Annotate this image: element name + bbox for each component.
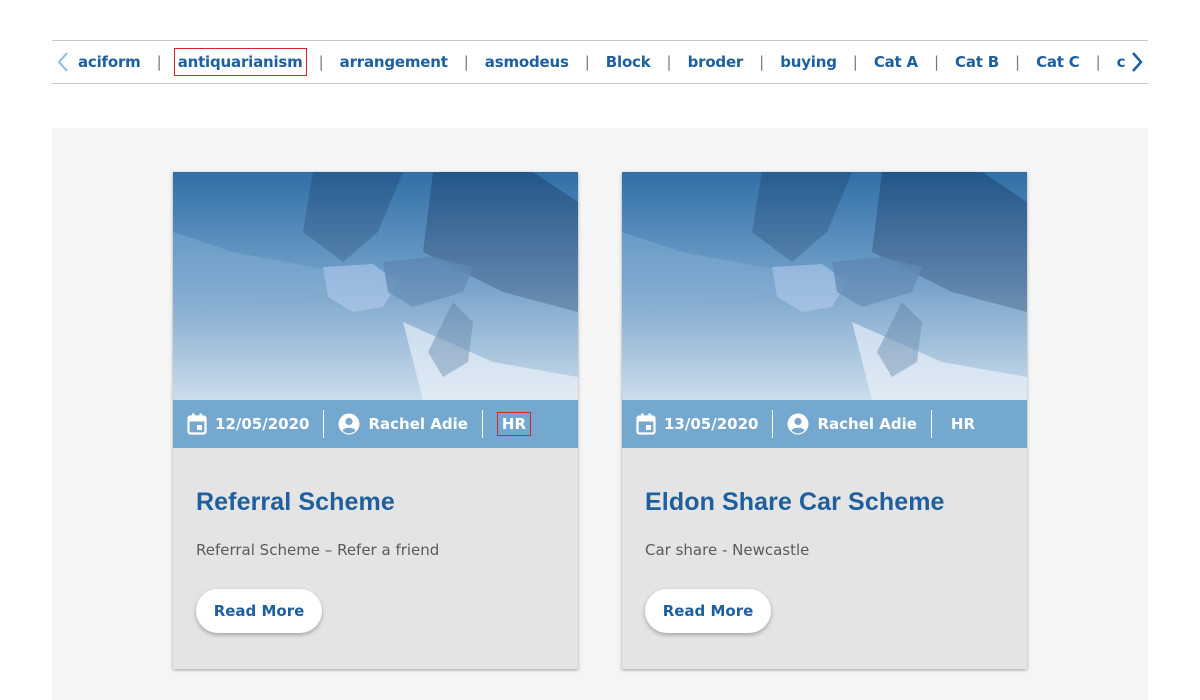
category-separator: | — [933, 53, 940, 71]
category-separator: | — [759, 53, 765, 71]
post-image-handshake[interactable] — [622, 172, 1027, 400]
post-date: 12/05/2020 — [187, 413, 309, 435]
category-separator: | — [318, 53, 324, 71]
post-tag-hr[interactable]: HR — [946, 412, 980, 436]
chevron-right-icon — [1132, 52, 1143, 72]
post-meta-bar: 12/05/2020 Rachel Adie HR — [173, 400, 578, 448]
category-cat-a[interactable]: Cat A — [870, 49, 922, 75]
post-description: Referral Scheme – Refer a friend — [196, 541, 440, 559]
category-asmodeus[interactable]: asmodeus — [481, 49, 573, 75]
category-separator: | — [1095, 53, 1101, 71]
prev-categories-button[interactable] — [52, 41, 74, 83]
user-circle-icon — [338, 413, 360, 435]
post-date-text: 12/05/2020 — [215, 415, 310, 433]
post-tag-hr[interactable]: HR — [496, 412, 532, 436]
category-championship[interactable]: championship — [1113, 49, 1126, 75]
read-more-button[interactable]: Read More — [645, 589, 771, 633]
post-author-text: Rachel Adie — [368, 415, 468, 433]
category-list: aciform | antiquarianism | arrangement |… — [74, 48, 1126, 76]
category-bar: aciform | antiquarianism | arrangement |… — [52, 40, 1148, 84]
post-image-handshake[interactable] — [173, 172, 578, 400]
category-cat-c[interactable]: Cat C — [1032, 49, 1084, 75]
category-cat-b[interactable]: Cat B — [951, 49, 1003, 75]
post-meta-bar: 13/05/2020 Rachel Adie HR — [622, 400, 1027, 448]
category-separator: | — [666, 53, 672, 71]
category-antiquarianism[interactable]: antiquarianism — [173, 48, 307, 76]
meta-divider — [323, 410, 325, 438]
meta-divider — [930, 410, 932, 438]
category-separator: | — [852, 53, 858, 71]
read-more-button[interactable]: Read More — [196, 589, 322, 633]
post-author: Rachel Adie — [787, 413, 917, 435]
next-categories-button[interactable] — [1126, 41, 1148, 83]
post-card: 13/05/2020 Rachel Adie HR Eldon Share Ca… — [622, 172, 1027, 669]
chevron-left-icon — [57, 52, 68, 72]
category-arrangement[interactable]: arrangement — [336, 49, 452, 75]
category-buying[interactable]: buying — [776, 49, 841, 75]
post-author-text: Rachel Adie — [817, 415, 917, 433]
posts-panel: 12/05/2020 Rachel Adie HR Referral Schem… — [52, 128, 1148, 700]
user-circle-icon — [787, 413, 809, 435]
post-date-text: 13/05/2020 — [664, 415, 759, 433]
meta-divider — [772, 410, 774, 438]
post-author: Rachel Adie — [338, 413, 468, 435]
post-card: 12/05/2020 Rachel Adie HR Referral Schem… — [173, 172, 578, 669]
post-title[interactable]: Eldon Share Car Scheme — [645, 488, 1004, 517]
calendar-icon — [187, 413, 207, 435]
meta-divider — [481, 410, 483, 438]
post-date: 13/05/2020 — [636, 413, 758, 435]
category-separator: | — [156, 53, 162, 71]
post-title[interactable]: Referral Scheme — [196, 488, 555, 517]
post-description: Car share - Newcastle — [645, 541, 810, 559]
category-broder[interactable]: broder — [684, 49, 748, 75]
post-card-body: Referral Scheme Referral Scheme – Refer … — [173, 448, 578, 633]
post-card-body: Eldon Share Car Scheme Car share - Newca… — [622, 448, 1027, 633]
category-aciform[interactable]: aciform — [74, 49, 145, 75]
category-separator: | — [1015, 53, 1021, 71]
category-block[interactable]: Block — [602, 49, 655, 75]
category-separator: | — [463, 53, 469, 71]
category-separator: | — [584, 53, 590, 71]
calendar-icon — [636, 413, 656, 435]
